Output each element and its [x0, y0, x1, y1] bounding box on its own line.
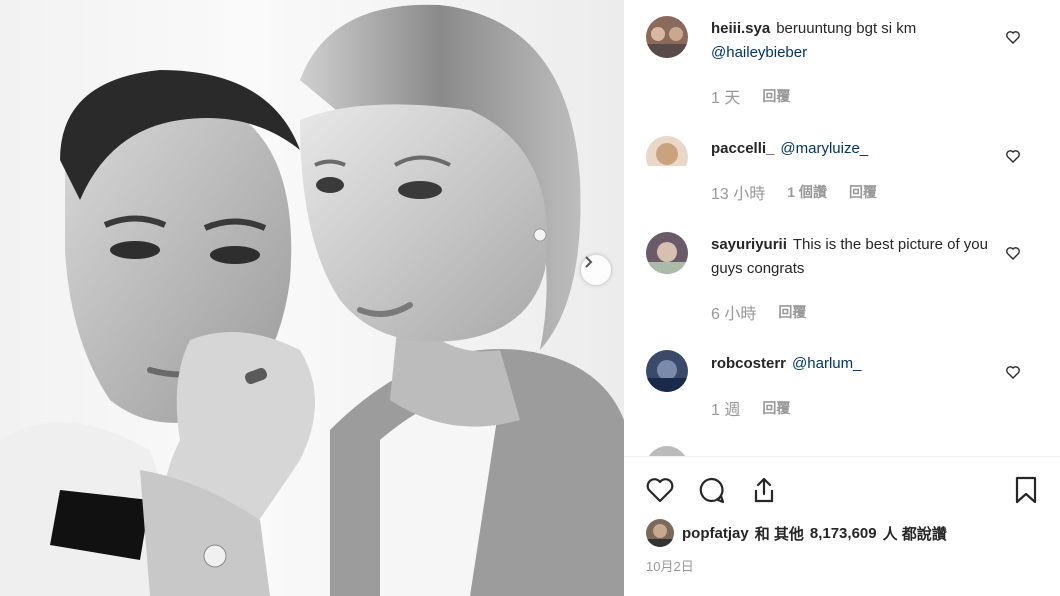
comment-heart-icon[interactable]: [1005, 245, 1021, 261]
post-photo[interactable]: [0, 0, 624, 596]
avatar[interactable]: [646, 350, 688, 392]
reply-button[interactable]: 回覆: [762, 86, 790, 106]
comment-meta: 13 小時 1 個讚 回覆: [711, 180, 877, 204]
comment-mention[interactable]: @maryluize_: [780, 140, 868, 157]
avatar[interactable]: [646, 232, 688, 274]
likes-suffix: 人 都說讚: [882, 525, 947, 543]
comment-text: paccelli_ @maryluize_: [711, 137, 991, 161]
comment-username[interactable]: paccelli_: [711, 140, 774, 157]
comment-time[interactable]: 13 小時: [711, 180, 765, 204]
like-count-button[interactable]: 1 個讚: [787, 182, 827, 202]
likes-summary: popfatjay 和 其他 8,173,609 人 都說讚: [646, 518, 947, 548]
reply-button[interactable]: 回覆: [778, 302, 806, 322]
comment-username[interactable]: robcosterr: [711, 355, 786, 372]
heart-icon[interactable]: [644, 474, 676, 506]
comment-heart-icon[interactable]: [1005, 148, 1021, 164]
comment-meta: 1 週 回覆: [711, 396, 790, 420]
liker-username[interactable]: popfatjay: [682, 525, 749, 542]
avatar[interactable]: [646, 136, 688, 178]
comment-mention[interactable]: @haileybieber: [711, 44, 807, 61]
comment-bubble-icon[interactable]: [696, 474, 728, 506]
comment-username[interactable]: sayuriyurii: [711, 236, 787, 253]
comment-body: beruuntung bgt si km: [776, 20, 917, 37]
comment-heart-icon[interactable]: [1005, 29, 1021, 45]
comment-text: heiii.sya beruuntung bgt si km @haileybie…: [711, 17, 991, 65]
reply-button[interactable]: 回覆: [762, 398, 790, 418]
couple-photo-illustration: [0, 4, 624, 596]
comment-meta: 1 天 回覆: [711, 84, 790, 108]
share-icon[interactable]: [748, 474, 780, 506]
divider: [624, 456, 1060, 457]
avatar[interactable]: [646, 519, 674, 547]
post-side-panel: heiii.sya beruuntung bgt si km @haileybie…: [624, 0, 1060, 596]
comment-time[interactable]: 1 週: [711, 396, 740, 420]
post-action-bar: [624, 470, 1060, 510]
bookmark-icon[interactable]: [1010, 474, 1042, 506]
comment-heart-icon[interactable]: [1005, 364, 1021, 380]
comment-meta: 6 小時 回覆: [711, 300, 806, 324]
comment-mention[interactable]: @harlum_: [792, 355, 861, 372]
avatar[interactable]: [646, 16, 688, 58]
comment-time[interactable]: 6 小時: [711, 300, 756, 324]
comment-text: robcosterr @harlum_: [711, 352, 991, 376]
comment-time[interactable]: 1 天: [711, 84, 740, 108]
comment-username[interactable]: heiii.sya: [711, 20, 770, 37]
avatar[interactable]: [646, 446, 688, 456]
likes-count[interactable]: 8,173,609: [810, 525, 877, 542]
comments-list[interactable]: heiii.sya beruuntung bgt si km @haileybie…: [624, 0, 1060, 456]
likes-connector: 和 其他: [754, 525, 804, 543]
reply-button[interactable]: 回覆: [849, 182, 877, 202]
next-photo-button[interactable]: [581, 255, 611, 285]
post-date[interactable]: 10月2日: [646, 556, 694, 575]
comment-text: sayuriyurii This is the best picture of y…: [711, 233, 991, 281]
